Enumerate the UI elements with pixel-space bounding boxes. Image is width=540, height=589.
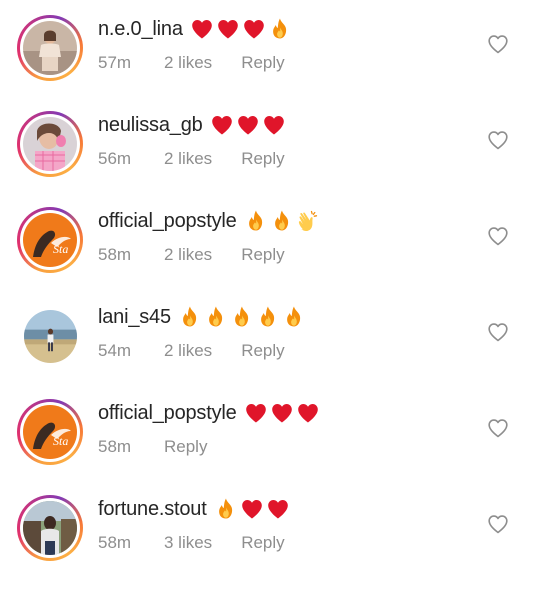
avatar[interactable] [23, 21, 77, 75]
comment-text: lani_s45 [98, 302, 306, 332]
comment-username[interactable]: official_popstyle [98, 210, 237, 233]
story-ring[interactable] [17, 111, 83, 177]
fire-emoji [282, 305, 306, 329]
comment-time: 58m [98, 437, 132, 456]
comment-emojis [190, 17, 292, 41]
fire-emoji [178, 305, 202, 329]
comment-time: 58m [98, 245, 132, 264]
like-heart-icon[interactable] [487, 226, 509, 246]
comment-username[interactable]: neulissa_gb [98, 114, 203, 137]
comment-emojis [244, 209, 320, 233]
like-heart-icon[interactable] [487, 418, 509, 438]
reply-button[interactable]: Reply [241, 53, 284, 73]
comment-text: official_popstyle [98, 398, 320, 428]
comment-text: neulissa_gb [98, 110, 286, 140]
story-ring[interactable] [17, 15, 83, 81]
comment-time: 54m [98, 341, 132, 360]
red-heart-emoji [266, 497, 290, 521]
comment-text: fortune.stout [98, 494, 290, 524]
red-heart-emoji [242, 17, 266, 41]
comment-meta: 58m Reply [98, 436, 207, 458]
comment-emojis [178, 305, 306, 329]
avatar-frame[interactable] [17, 303, 83, 369]
avatar[interactable]: Sta [23, 405, 77, 459]
like-heart-icon[interactable] [487, 34, 509, 54]
reply-button[interactable]: Reply [241, 245, 284, 265]
comment-meta: 58m 3 likes Reply [98, 532, 285, 554]
reply-button[interactable]: Reply [164, 437, 207, 457]
red-heart-emoji [190, 17, 214, 41]
red-heart-emoji [244, 401, 268, 425]
red-heart-emoji [210, 113, 234, 137]
comment-emojis [210, 113, 286, 137]
comment-item: fortune.stout 58m 3 likes Reply [0, 480, 540, 576]
fire-emoji [256, 305, 280, 329]
comment-likes[interactable]: 2 likes [164, 149, 212, 169]
red-heart-emoji [296, 401, 320, 425]
red-heart-emoji [262, 113, 286, 137]
like-heart-icon[interactable] [487, 130, 509, 150]
story-ring[interactable]: Sta [17, 399, 83, 465]
comment-meta: 57m 2 likes Reply [98, 52, 285, 74]
red-heart-emoji [236, 113, 260, 137]
comment-time: 58m [98, 533, 132, 552]
comment-item: lani_s45 54m 2 likes Reply [0, 288, 540, 384]
comment-username[interactable]: lani_s45 [98, 306, 171, 329]
comment-emojis [214, 497, 290, 521]
fire-emoji [244, 209, 268, 233]
comment-emojis [244, 401, 320, 425]
fire-emoji [204, 305, 228, 329]
story-ring[interactable] [17, 495, 83, 561]
reply-button[interactable]: Reply [241, 533, 284, 553]
comment-username[interactable]: fortune.stout [98, 498, 207, 521]
svg-text:Sta: Sta [53, 242, 68, 256]
red-heart-emoji [240, 497, 264, 521]
comment-text: official_popstyle [98, 206, 320, 236]
reply-button[interactable]: Reply [241, 149, 284, 169]
avatar[interactable] [23, 501, 77, 555]
comment-item: neulissa_gb 56m 2 likes Reply [0, 96, 540, 192]
story-ring[interactable]: Sta [17, 207, 83, 273]
comment-meta: 56m 2 likes Reply [98, 148, 285, 170]
like-heart-icon[interactable] [487, 322, 509, 342]
avatar[interactable]: Sta [23, 213, 77, 267]
svg-text:Sta: Sta [53, 434, 68, 448]
comment-likes[interactable]: 2 likes [164, 53, 212, 73]
red-heart-emoji [270, 401, 294, 425]
comment-username[interactable]: official_popstyle [98, 402, 237, 425]
comment-likes[interactable]: 2 likes [164, 245, 212, 265]
comment-likes[interactable]: 2 likes [164, 341, 212, 361]
comment-item: Sta official_popstyle 58m 2 likes Reply [0, 192, 540, 288]
like-heart-icon[interactable] [487, 514, 509, 534]
comment-likes[interactable]: 3 likes [164, 533, 212, 553]
comment-item: n.e.0_lina 57m 2 likes Reply [0, 0, 540, 96]
avatar[interactable] [24, 310, 77, 363]
fire-emoji [268, 17, 292, 41]
fire-emoji [270, 209, 294, 233]
reply-button[interactable]: Reply [241, 341, 284, 361]
comment-list: n.e.0_lina 57m 2 likes Reply neulissa_gb… [0, 0, 540, 589]
comment-time: 56m [98, 149, 132, 168]
comment-text: n.e.0_lina [98, 14, 292, 44]
fire-emoji [230, 305, 254, 329]
comment-item: Sta official_popstyle 58m Reply [0, 384, 540, 480]
red-heart-emoji [216, 17, 240, 41]
avatar[interactable] [23, 117, 77, 171]
comment-username[interactable]: n.e.0_lina [98, 18, 183, 41]
fire-emoji [214, 497, 238, 521]
comment-meta: 58m 2 likes Reply [98, 244, 285, 266]
comment-meta: 54m 2 likes Reply [98, 340, 285, 362]
clapping-hands-emoji [296, 209, 320, 233]
comment-time: 57m [98, 53, 132, 72]
